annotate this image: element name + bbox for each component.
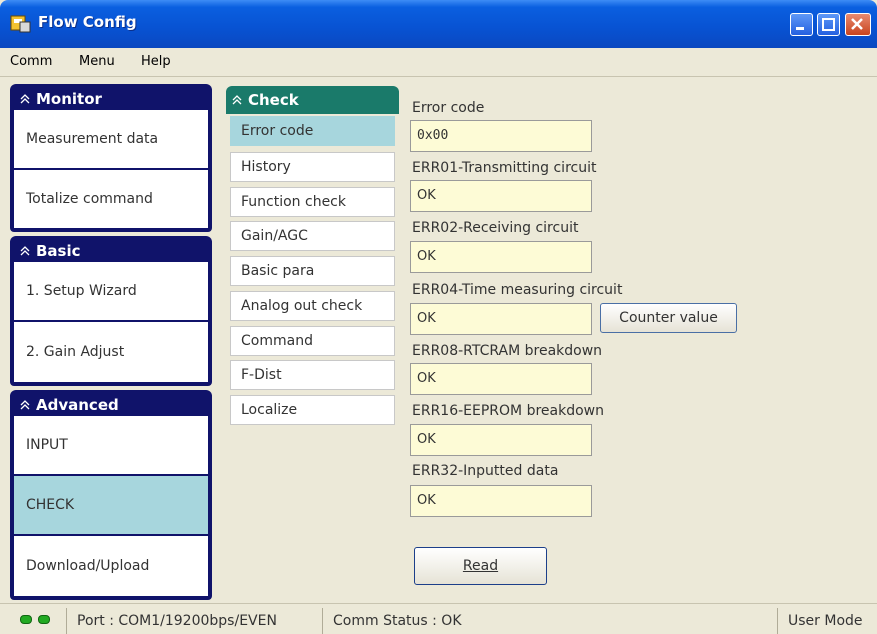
nav-group-monitor: Monitor Measurement data Totalize comman… (10, 84, 212, 232)
err04-field: OK (410, 303, 592, 335)
status-port: Port : COM1/19200bps/EVEN (66, 608, 321, 634)
nav-group-basic: Basic 1. Setup Wizard 2. Gain Adjust (10, 236, 212, 386)
nav-item-download-upload[interactable]: Download/Upload (14, 536, 208, 596)
sub-item-command[interactable]: Command (230, 326, 395, 356)
sub-item-error-code[interactable]: Error code (230, 116, 395, 146)
field-label-error-code: Error code (412, 100, 485, 116)
app-icon (10, 15, 31, 33)
maximize-icon (822, 18, 835, 31)
field-label-err02: ERR02-Receiving circuit (412, 220, 579, 236)
nav-group-title: Advanced (36, 396, 119, 414)
sub-item-function-check[interactable]: Function check (230, 187, 395, 217)
menu-comm[interactable]: Comm (10, 54, 52, 69)
err08-field: OK (410, 363, 592, 395)
status-bar: Port : COM1/19200bps/EVEN Comm Status : … (0, 603, 877, 634)
err32-field: OK (410, 485, 592, 517)
counter-value-button[interactable]: Counter value (600, 303, 737, 333)
sub-item-history[interactable]: History (230, 152, 395, 182)
err01-field: OK (410, 180, 592, 212)
collapse-chevron-icon (232, 95, 242, 105)
nav-group-advanced: Advanced INPUT CHECK Download/Upload (10, 390, 212, 600)
field-label-err32: ERR32-Inputted data (412, 463, 559, 479)
error-code-field: 0x00 (410, 120, 592, 152)
minimize-button[interactable] (790, 13, 813, 36)
maximize-button[interactable] (817, 13, 840, 36)
err16-field: OK (410, 424, 592, 456)
menu-help[interactable]: Help (141, 54, 171, 69)
collapse-chevron-icon (20, 94, 30, 104)
field-label-err08: ERR08-RTCRAM breakdown (412, 343, 603, 359)
field-label-err16: ERR16-EEPROM breakdown (412, 403, 604, 419)
connection-led-icon (20, 615, 32, 624)
connection-led-icon (38, 615, 50, 624)
close-button[interactable] (845, 13, 871, 36)
field-label-err04: ERR04-Time measuring circuit (412, 282, 623, 298)
nav-item-gain-adjust[interactable]: 2. Gain Adjust (14, 322, 208, 382)
menu-bar: Comm Menu Help (0, 48, 877, 77)
check-submenu-title: Check (248, 91, 299, 109)
read-button[interactable]: Read (414, 547, 547, 585)
nav-item-measurement-data[interactable]: Measurement data (14, 110, 208, 170)
status-mode: User Mode (777, 608, 877, 634)
field-label-err01: ERR01-Transmitting circuit (412, 160, 597, 176)
nav-group-header-monitor[interactable]: Monitor (14, 84, 208, 110)
check-submenu-header[interactable]: Check (226, 86, 399, 114)
nav-item-check[interactable]: CHECK (14, 476, 208, 536)
left-navigation: Monitor Measurement data Totalize comman… (10, 84, 212, 600)
check-submenu: Check Error code History Function check … (226, 86, 399, 426)
menu-menu[interactable]: Menu (79, 54, 115, 69)
status-comm: Comm Status : OK (322, 608, 776, 634)
nav-item-setup-wizard[interactable]: 1. Setup Wizard (14, 262, 208, 322)
collapse-chevron-icon (20, 400, 30, 410)
nav-item-totalize-command[interactable]: Totalize command (14, 170, 208, 228)
nav-group-title: Basic (36, 242, 81, 260)
nav-group-header-advanced[interactable]: Advanced (14, 390, 208, 416)
sub-item-gain-agc[interactable]: Gain/AGC (230, 221, 395, 251)
sub-item-localize[interactable]: Localize (230, 395, 395, 425)
window-title: Flow Config (38, 13, 137, 31)
sub-item-analog-out-check[interactable]: Analog out check (230, 291, 395, 321)
collapse-chevron-icon (20, 246, 30, 256)
sub-item-basic-para[interactable]: Basic para (230, 256, 395, 286)
err02-field: OK (410, 241, 592, 273)
title-bar: Flow Config (0, 0, 877, 48)
nav-item-input[interactable]: INPUT (14, 416, 208, 476)
minimize-icon (796, 27, 804, 30)
nav-group-header-basic[interactable]: Basic (14, 236, 208, 262)
nav-group-title: Monitor (36, 90, 102, 108)
close-icon (851, 18, 863, 30)
sub-item-f-dist[interactable]: F-Dist (230, 360, 395, 390)
